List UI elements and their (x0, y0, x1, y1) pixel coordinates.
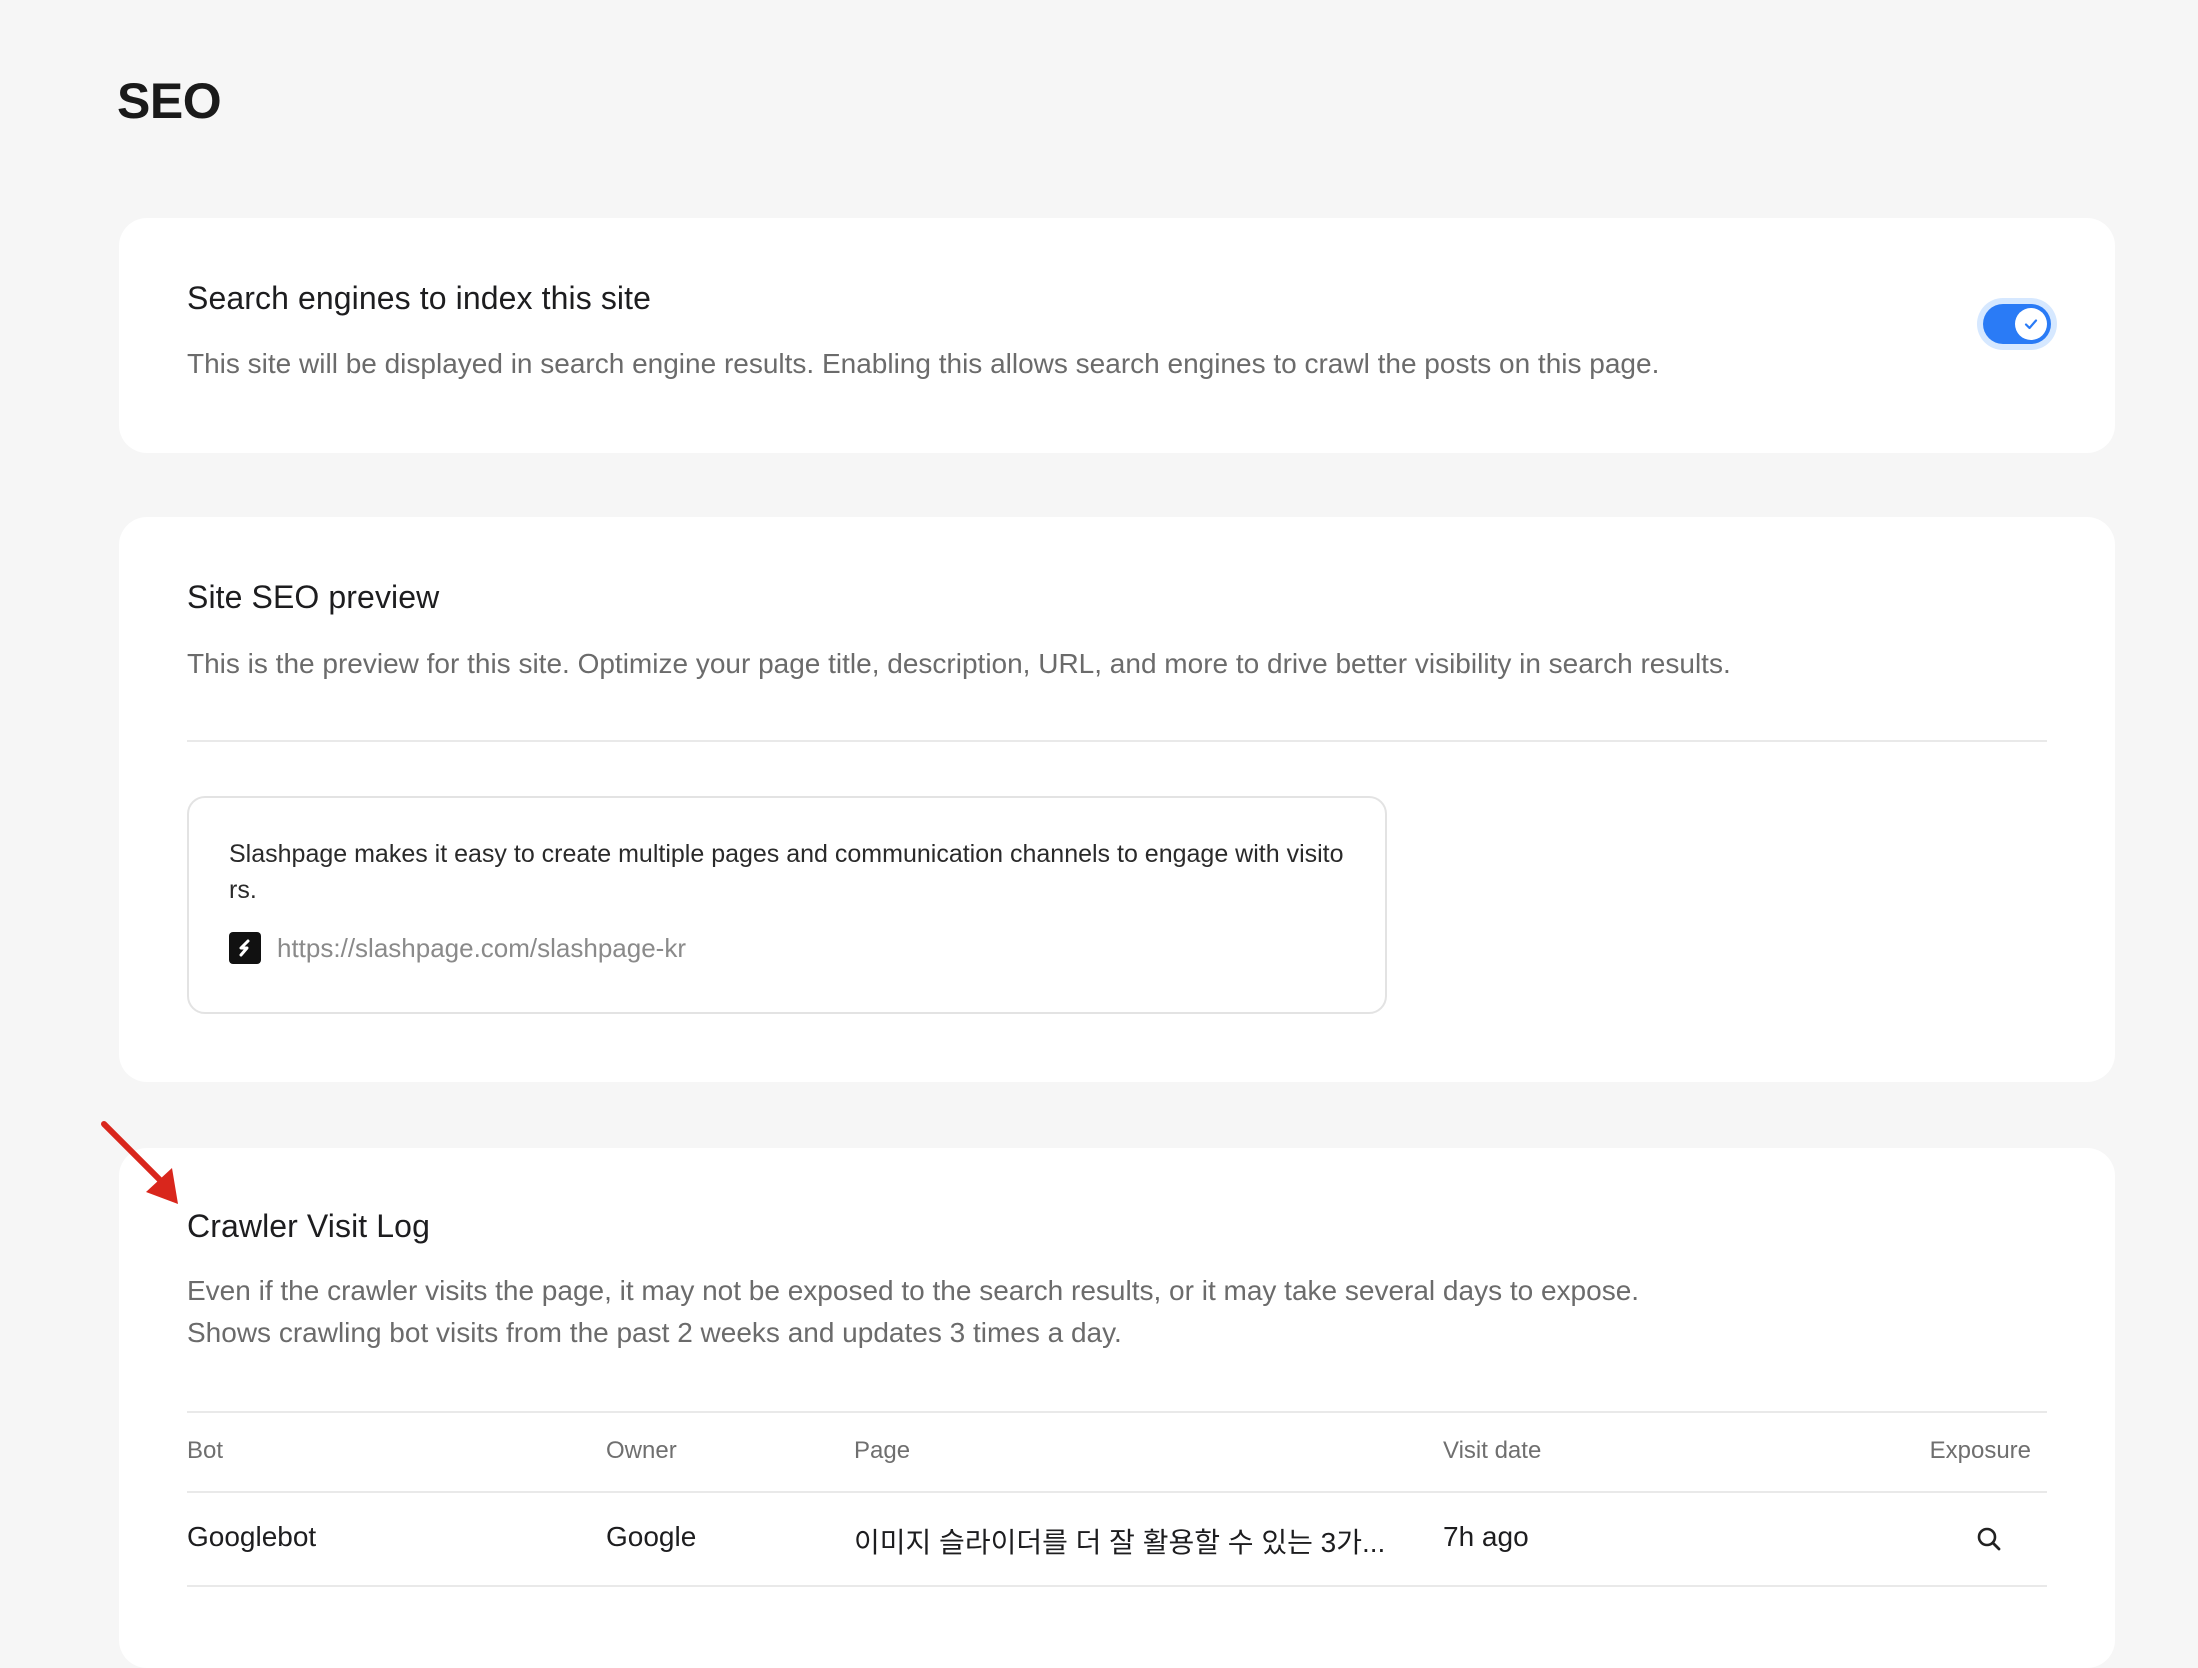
divider (187, 740, 2047, 742)
seo-preview-description: This is the preview for this site. Optim… (187, 648, 1731, 679)
annotation-arrow-icon (101, 1121, 178, 1204)
preview-url: https://slashpage.com/slashpage-kr (277, 932, 686, 963)
indexing-description: This site will be displayed in search en… (187, 348, 1660, 379)
indexing-toggle[interactable] (1977, 298, 2057, 350)
column-header-page: Page (854, 1437, 911, 1464)
preview-description: Slashpage makes it easy to create multip… (229, 840, 1344, 904)
cell-owner: Google (606, 1521, 697, 1552)
exposure-search-button[interactable] (1971, 1521, 2007, 1557)
cell-page: 이미지 슬라이더를 더 잘 활용할 수 있는 3가... (854, 1527, 1386, 1558)
cell-visit-date: 7h ago (1443, 1521, 1529, 1552)
column-header-exposure: Exposure (1929, 1437, 2031, 1464)
page-title: SEO (117, 73, 222, 129)
table-row: Googlebot Google 이미지 슬라이더를 더 잘 활용할 수 있는 … (187, 1491, 2047, 1587)
toggle-knob (2015, 308, 2047, 340)
search-icon (1977, 1527, 2001, 1551)
crawler-log-description: Even if the crawler visits the page, it … (187, 1270, 1639, 1354)
checkmark-icon (2024, 319, 2038, 330)
crawler-log-description-line2: Shows crawling bot visits from the past … (187, 1317, 1122, 1348)
column-header-bot: Bot (187, 1437, 224, 1464)
toggle-track (1983, 304, 2051, 344)
column-header-owner: Owner (606, 1437, 677, 1464)
seo-preview-title: Site SEO preview (187, 579, 440, 615)
crawler-log-title: Crawler Visit Log (187, 1208, 430, 1244)
crawler-log-card: Crawler Visit Log Even if the crawler vi… (119, 1148, 2115, 1668)
column-header-visit-date: Visit date (1443, 1437, 1542, 1464)
slashpage-logo-icon (229, 932, 261, 964)
crawler-log-description-line1: Even if the crawler visits the page, it … (187, 1275, 1640, 1306)
preview-url-row: https://slashpage.com/slashpage-kr (229, 932, 686, 964)
search-result-preview: Slashpage makes it easy to create multip… (187, 796, 1387, 1014)
indexing-title: Search engines to index this site (187, 280, 652, 316)
cell-bot: Googlebot (187, 1521, 317, 1552)
crawler-table-header: Bot Owner Page Visit date Exposure (187, 1411, 2047, 1491)
indexing-card: Search engines to index this site This s… (119, 218, 2115, 453)
seo-preview-card: Site SEO preview This is the preview for… (119, 517, 2115, 1082)
